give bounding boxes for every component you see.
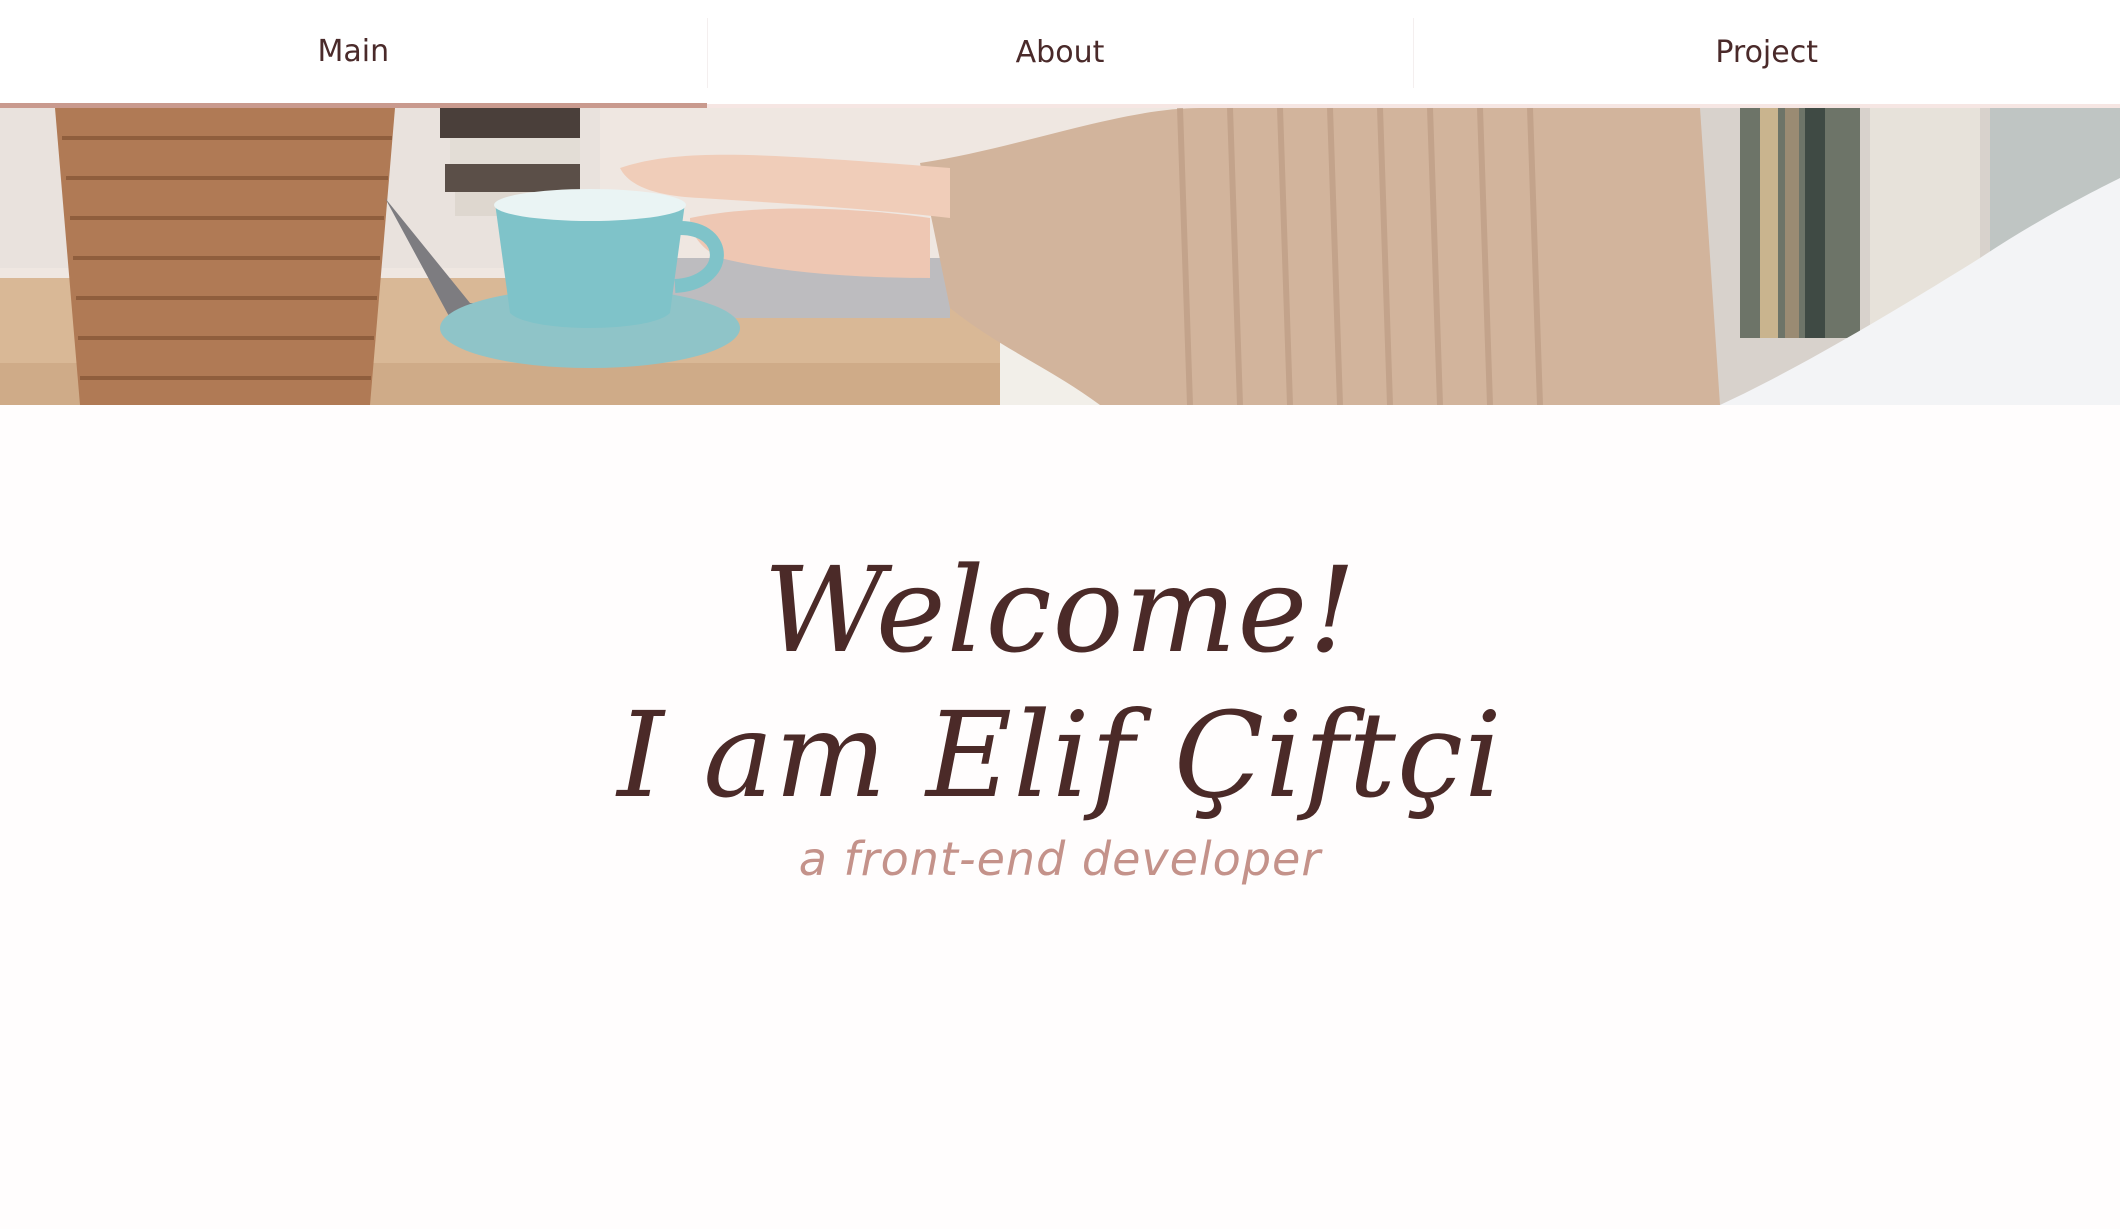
tab-about-label: About xyxy=(1015,34,1105,70)
tab-main-label: Main xyxy=(317,34,390,69)
role-subtitle: a front-end developer xyxy=(798,832,1322,886)
tab-main[interactable]: Main xyxy=(0,0,707,108)
main-nav: Main About Project xyxy=(0,0,2120,108)
hero-banner-image xyxy=(0,108,2120,405)
tab-project-label: Project xyxy=(1715,34,1818,70)
name-heading: I am Elif Çiftçi xyxy=(617,686,1503,824)
tab-about[interactable]: About xyxy=(706,0,1414,108)
welcome-heading: Welcome! xyxy=(763,541,1357,679)
intro-section: Welcome! I am Elif Çiftçi a front-end de… xyxy=(0,540,2120,886)
tab-project[interactable]: Project xyxy=(1413,0,2120,108)
hero-photo xyxy=(0,108,2120,405)
